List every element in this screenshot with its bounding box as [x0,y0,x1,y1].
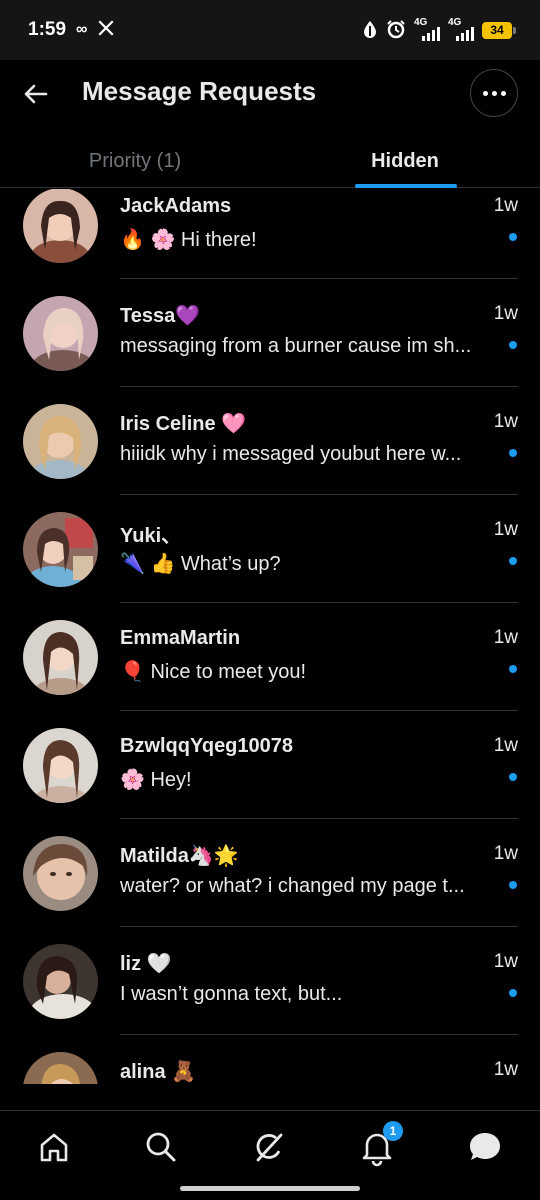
sender-name: Tessa💜 [120,305,201,327]
tab-label: Priority (1) [88,150,182,172]
unread-dot [509,989,517,997]
message-time: 1w [493,195,518,216]
conversation-row[interactable]: Iris Celine 🩷 1w hiiidk why i messaged y… [0,387,540,495]
nav-home-button[interactable] [34,1127,74,1167]
avatar[interactable] [23,189,98,263]
sender-name: Matilda🦄🌟 [120,845,239,867]
infinity-icon: ∞ [76,21,88,38]
nav-notifications-button[interactable]: 1 [357,1121,403,1167]
sender-name: EmmaMartin [120,627,241,649]
message-preview: I wasn’t gonna text, but... [120,983,343,1005]
avatar[interactable] [23,512,98,587]
unread-dot [509,341,517,349]
alarm-icon [386,19,406,42]
data-saver-icon [362,20,378,41]
signal-1-icon: 4G [414,17,440,41]
message-preview: water? or what? i changed my page t... [120,875,465,897]
sender-name: Yuki、 [120,525,182,547]
conversation-row[interactable]: Matilda🦄🌟 1w water? or what? i changed m… [0,819,540,927]
avatar[interactable] [23,836,98,911]
conversation-list[interactable]: JackAdams 1w 🔥 🌸 Hi there! Tessa💜 1w mes… [0,189,540,1084]
message-preview: messaging from a burner cause im sh... [120,335,472,357]
conversation-row[interactable]: BzwlqqYqeg10078 1w 🌸 Hey! [0,711,540,819]
message-preview: 🔥 🌸 Hi there! [120,229,257,251]
avatar[interactable] [23,620,98,695]
x-logo-icon [97,19,115,42]
message-time: 1w [493,1059,518,1080]
sender-name: BzwlqqYqeg10078 [120,735,294,757]
tab-hidden[interactable]: Hidden [270,126,540,188]
message-preview: 🌂 👍 What’s up? [120,553,281,575]
message-time: 1w [493,735,518,756]
message-time: 1w [493,951,518,972]
tab-priority[interactable]: Priority (1) [0,126,270,188]
active-tab-indicator [355,184,457,188]
avatar[interactable] [23,728,98,803]
nav-messages-button[interactable] [465,1127,505,1167]
unread-dot [509,773,517,781]
unread-dot [509,665,517,673]
back-button[interactable] [20,78,52,110]
conversation-row[interactable]: alina 🧸 1w [0,1035,540,1084]
tab-label: Hidden [371,150,439,172]
header: Message Requests [0,60,540,126]
sender-name: Iris Celine 🩷 [120,413,247,435]
page-title: Message Requests [82,76,317,106]
status-bar: 1:59 ∞ 4G 4G 34 [0,0,540,60]
unread-dot [509,881,517,889]
sender-name: alina 🧸 [120,1061,197,1083]
sender-name: liz 🤍 [120,953,172,975]
notifications-badge: 1 [383,1121,403,1141]
avatar[interactable] [23,404,98,479]
unread-dot [509,233,517,241]
battery-indicator: 34 [482,21,516,39]
nav-grok-button[interactable] [249,1127,289,1167]
unread-dot [509,449,517,457]
sender-name: JackAdams [120,195,232,217]
more-dot-icon [482,90,488,96]
conversation-row[interactable]: Yuki、 1w 🌂 👍 What’s up? [0,495,540,603]
unread-dot [509,557,517,565]
grok-icon [256,1133,283,1162]
message-time: 1w [493,519,518,540]
back-arrow-icon [24,84,48,104]
message-preview: hiiidk why i messaged youbut here w... [120,443,462,465]
message-time: 1w [493,411,518,432]
signal-2-icon: 4G [448,17,474,41]
conversation-row[interactable]: JackAdams 1w 🔥 🌸 Hi there! [0,189,540,279]
message-time: 1w [493,303,518,324]
avatar[interactable] [23,1052,98,1084]
conversation-row[interactable]: EmmaMartin 1w 🎈 Nice to meet you! [0,603,540,711]
search-icon [146,1132,176,1162]
home-icon [40,1133,68,1162]
status-time: 1:59 [28,19,67,40]
messages-icon [470,1133,500,1160]
more-options-button[interactable] [470,69,518,117]
nav-search-button[interactable] [141,1127,181,1167]
avatar[interactable] [23,296,98,371]
message-time: 1w [493,627,518,648]
message-preview: 🎈 Nice to meet you! [120,661,307,683]
message-time: 1w [493,843,518,864]
tab-bar: Priority (1) Hidden [0,126,540,188]
message-preview: 🌸 Hey! [120,769,192,791]
avatar[interactable] [23,944,98,1019]
conversation-row[interactable]: Tessa💜 1w messaging from a burner cause … [0,279,540,387]
conversation-row[interactable]: liz 🤍 1w I wasn’t gonna text, but... [0,927,540,1035]
home-indicator [180,1186,360,1191]
